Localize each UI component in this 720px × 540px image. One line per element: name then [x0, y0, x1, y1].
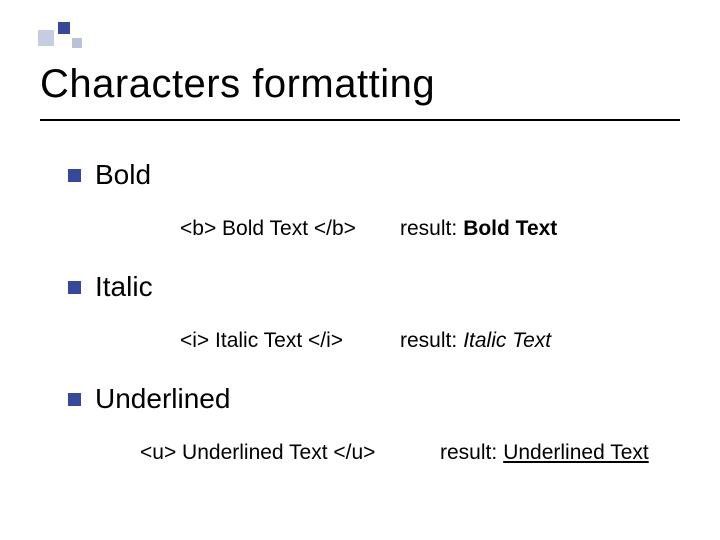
bullet-label: Bold — [95, 159, 151, 191]
slide-content: Bold <b> Bold Text </b> result: Bold Tex… — [40, 121, 680, 495]
bullet-item-italic: Italic — [40, 271, 680, 303]
bullet-label: Italic — [95, 271, 153, 303]
result-label: result: — [440, 441, 497, 465]
code-sample: <b> Bold Text </b> — [180, 217, 400, 241]
example-row-bold: <b> Bold Text </b> result: Bold Text — [40, 191, 680, 271]
result-label: result: — [400, 329, 457, 353]
bullet-icon — [68, 393, 81, 406]
example-row-italic: <i> Italic Text </i> result: Italic Text — [40, 303, 680, 383]
code-sample: <i> Italic Text </i> — [180, 329, 400, 353]
example-row-underlined: <u> Underlined Text </u> result: Underli… — [40, 415, 680, 495]
corner-decoration — [38, 18, 128, 54]
slide: Characters formatting Bold <b> Bold Text… — [0, 0, 720, 540]
bullet-item-bold: Bold — [40, 159, 680, 191]
code-sample: <u> Underlined Text </u> — [140, 441, 440, 465]
deco-square — [38, 30, 54, 46]
bullet-label: Underlined — [95, 383, 230, 415]
bullet-item-underlined: Underlined — [40, 383, 680, 415]
result-value: Bold Text — [463, 217, 557, 241]
bullet-icon — [68, 281, 81, 294]
bullet-icon — [68, 169, 81, 182]
deco-square — [72, 38, 82, 48]
slide-title: Characters formatting — [40, 0, 680, 107]
result-value: Underlined Text — [503, 441, 649, 465]
result-value: Italic Text — [463, 329, 551, 353]
deco-square — [58, 22, 70, 34]
result-label: result: — [400, 217, 457, 241]
